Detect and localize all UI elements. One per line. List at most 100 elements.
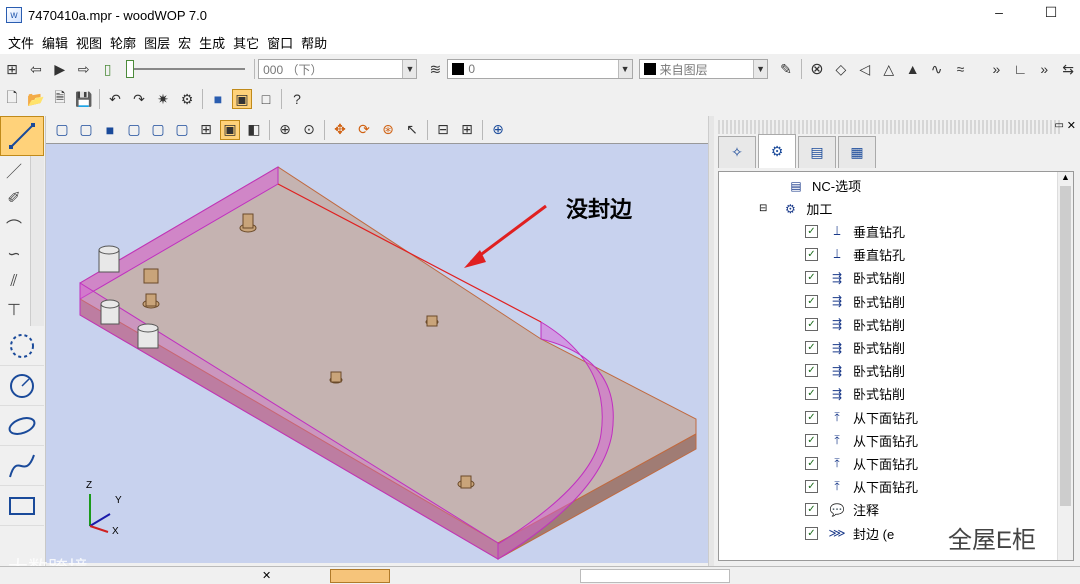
view-side-icon[interactable]: ◁ bbox=[855, 59, 875, 79]
toolbar-scrollbar[interactable] bbox=[30, 156, 44, 326]
scroll-thumb[interactable] bbox=[1060, 186, 1071, 506]
rotate-icon[interactable]: ⟳ bbox=[354, 120, 374, 140]
tree-item[interactable]: ✓ 💬 注释 bbox=[805, 498, 879, 521]
wave-icon[interactable]: ∿ bbox=[927, 59, 947, 79]
tree-item-checkbox[interactable]: ✓ bbox=[805, 271, 818, 285]
tree-item[interactable]: ✓ ⤒ 从下面钻孔 bbox=[805, 406, 918, 429]
view-iso-icon[interactable]: △ bbox=[879, 59, 899, 79]
pen-icon[interactable]: ✐ bbox=[0, 184, 28, 212]
3d-viewport[interactable]: 没封边 Z Y X bbox=[46, 143, 708, 563]
close-icon[interactable]: ✕ bbox=[262, 569, 271, 582]
ellipse-icon[interactable] bbox=[0, 406, 44, 446]
tree-item-checkbox[interactable]: ✓ bbox=[805, 317, 818, 331]
wizard-icon[interactable]: ✷ bbox=[153, 89, 173, 109]
save-icon[interactable]: 💾 bbox=[74, 89, 94, 109]
tree-item-checkbox[interactable]: ✓ bbox=[805, 341, 818, 354]
redo-icon[interactable]: ↷ bbox=[129, 89, 149, 109]
circle-icon[interactable] bbox=[0, 366, 44, 406]
menu-file[interactable]: 文件 bbox=[4, 33, 38, 52]
tab-contour[interactable]: ✧ bbox=[718, 136, 756, 168]
tree-nc-options[interactable]: ▤ NC-选项 bbox=[787, 174, 861, 197]
tree-item-checkbox[interactable]: ✓ bbox=[805, 433, 818, 447]
cube-active-icon[interactable]: ▣ bbox=[232, 89, 252, 109]
parallel-icon[interactable]: ⫽ bbox=[0, 268, 28, 296]
tab-variables[interactable]: ▦ bbox=[838, 136, 876, 168]
tree-item[interactable]: ✓ ⇶ 卧式钻削 bbox=[805, 382, 905, 405]
back-arrow-icon[interactable]: ⇦ bbox=[26, 59, 46, 79]
simulation-slider[interactable] bbox=[125, 60, 246, 78]
tree-item[interactable]: ✓ ⤒ 从下面钻孔 bbox=[805, 452, 918, 475]
layer-select[interactable]: 000 （下） ▼ bbox=[258, 59, 418, 79]
menu-view[interactable]: 视图 bbox=[72, 33, 106, 52]
corner-icon[interactable]: ∟ bbox=[1010, 59, 1030, 79]
scroll-up-icon[interactable]: ▲ bbox=[1058, 172, 1073, 182]
tree-item-checkbox[interactable]: ✓ bbox=[805, 225, 818, 238]
tree-item[interactable]: ✓ ⇶ 卧式钻削 bbox=[805, 359, 905, 382]
layers-icon[interactable]: ≋ bbox=[425, 59, 445, 79]
menu-window[interactable]: 窗口 bbox=[263, 33, 297, 52]
orbit-icon[interactable]: ⊛ bbox=[378, 120, 398, 140]
view-cube-4-icon[interactable]: ▢ bbox=[124, 120, 144, 140]
overflow-icon[interactable]: » bbox=[1034, 59, 1054, 79]
hammer-icon[interactable]: ⊤ bbox=[0, 296, 28, 324]
menu-contour[interactable]: 轮廓 bbox=[106, 33, 140, 52]
view-front-icon[interactable]: ◇ bbox=[831, 59, 851, 79]
maximize-button[interactable]: ☐ bbox=[1036, 4, 1066, 26]
globe-icon[interactable]: ⊕ bbox=[488, 120, 508, 140]
panel-restore-icon[interactable]: ▭ bbox=[1055, 120, 1064, 131]
solid-view-icon[interactable]: ▣ bbox=[220, 119, 240, 140]
pointer-icon[interactable]: ↖ bbox=[402, 120, 422, 140]
box-view-icon[interactable]: ◧ bbox=[244, 120, 264, 140]
tree-item-checkbox[interactable]: ✓ bbox=[805, 364, 818, 378]
tree-item[interactable]: ✓ ⤒ 从下面钻孔 bbox=[805, 475, 918, 498]
zoom-fit-icon[interactable]: ⊙ bbox=[299, 120, 319, 140]
tree-item-checkbox[interactable]: ✓ bbox=[805, 457, 818, 470]
circle-dashed-icon[interactable] bbox=[0, 326, 44, 366]
view-cube-6-icon[interactable]: ▢ bbox=[172, 120, 192, 140]
panel-grip[interactable] bbox=[718, 120, 1060, 134]
tab-machining[interactable]: ⚙ bbox=[758, 134, 796, 168]
help-icon[interactable]: ? bbox=[287, 89, 307, 109]
open-folder-icon[interactable]: 📂 bbox=[26, 89, 46, 109]
tree-item[interactable]: ✓ ⋙ 封边 (e bbox=[805, 522, 894, 545]
tree-item-checkbox[interactable]: ✓ bbox=[805, 410, 818, 424]
transform-icon[interactable]: ⇆ bbox=[1058, 59, 1078, 79]
tree-item-checkbox[interactable]: ✓ bbox=[805, 480, 818, 494]
line-tool-icon[interactable] bbox=[0, 116, 44, 156]
paint-icon[interactable]: ✎ bbox=[776, 59, 796, 79]
step-icon[interactable]: ▯ bbox=[98, 59, 118, 79]
ruler-icon[interactable]: ⊞ bbox=[2, 59, 22, 79]
cube-wire-icon[interactable]: □ bbox=[256, 89, 276, 109]
curve-icon[interactable]: ∽ bbox=[0, 240, 28, 268]
tree-item-checkbox[interactable]: ✓ bbox=[805, 248, 818, 262]
tree-item-checkbox[interactable]: ✓ bbox=[805, 503, 818, 517]
menu-edit[interactable]: 编辑 bbox=[38, 33, 72, 52]
view-top-icon[interactable]: ▲ bbox=[903, 59, 923, 79]
rectangle-icon[interactable] bbox=[0, 486, 44, 526]
menu-layer[interactable]: 图层 bbox=[140, 33, 174, 52]
forward-arrow-icon[interactable]: ⇨ bbox=[74, 59, 94, 79]
play-icon[interactable]: ▶ bbox=[50, 59, 70, 79]
menu-macro[interactable]: 宏 bbox=[174, 33, 195, 52]
menu-generate[interactable]: 生成 bbox=[195, 33, 229, 52]
tab-nc-list[interactable]: ▤ bbox=[798, 136, 836, 168]
pan-icon[interactable]: ✥ bbox=[330, 120, 350, 140]
split-icon[interactable]: ⊞ bbox=[457, 120, 477, 140]
new-file-icon[interactable]: 🗋 bbox=[2, 89, 22, 109]
from-layer-select[interactable]: 来自图层 ▼ bbox=[638, 59, 769, 79]
view-cube-1-icon[interactable]: ▢ bbox=[52, 120, 72, 140]
view-cube-2-icon[interactable]: ▢ bbox=[76, 120, 96, 140]
minimize-button[interactable]: – bbox=[984, 4, 1014, 26]
grid-icon[interactable]: ⊞ bbox=[196, 120, 216, 140]
spline-icon[interactable] bbox=[0, 446, 44, 486]
tree-item[interactable]: ✓ ⇶ 卧式钻削 bbox=[805, 290, 905, 313]
tree-item[interactable]: ✓ ⤒ 从下面钻孔 bbox=[805, 429, 918, 452]
tree-item[interactable]: ✓ ⟘ 垂直钻孔 bbox=[805, 243, 905, 266]
tree-item[interactable]: ✓ ⇶ 卧式钻削 bbox=[805, 313, 905, 336]
cube-solid-icon[interactable]: ■ bbox=[208, 89, 228, 109]
tree-item[interactable]: ✓ ⇶ 卧式钻削 bbox=[805, 336, 905, 359]
collapse-icon[interactable]: ⊟ bbox=[759, 203, 767, 214]
tree-item[interactable]: ✓ ⇶ 卧式钻削 bbox=[805, 266, 905, 289]
tree-item[interactable]: ✓ ⟘ 垂直钻孔 bbox=[805, 220, 905, 243]
view-cube-3-icon[interactable]: ■ bbox=[100, 120, 120, 140]
